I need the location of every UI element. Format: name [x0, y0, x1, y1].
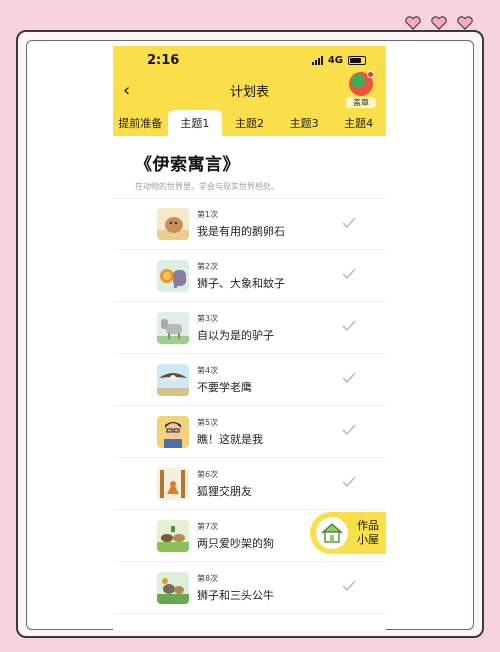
- page-title: 计划表: [229, 84, 269, 100]
- lesson-title: 两只爱吵架的狗: [197, 536, 274, 550]
- eagle-icon: [157, 363, 189, 396]
- works-house-button[interactable]: 作品 小屋: [310, 512, 386, 554]
- tab-theme-4[interactable]: 主题4: [331, 110, 386, 136]
- works-house-line2: 小屋: [357, 533, 379, 546]
- hearts-decoration: [404, 16, 474, 30]
- tab-bar: 提前准备 主题1 主题2 主题3 主题4: [113, 106, 386, 136]
- lesson-title: 狮子、大象和蚊子: [197, 276, 285, 290]
- lesson-title: 瞧！这就是我: [197, 432, 263, 446]
- nav-bar: ‹ 计划表 盖章: [113, 71, 386, 108]
- tab-theme-1[interactable]: 主题1: [167, 110, 223, 136]
- stamp-icon: [349, 71, 374, 96]
- lesson-title: 不要学老鹰: [197, 380, 252, 394]
- lesson-number: 第6次: [197, 469, 219, 479]
- stamp-button[interactable]: 盖章: [346, 71, 376, 108]
- lesson-number: 第5次: [197, 417, 219, 427]
- lesson-number: 第8次: [197, 573, 219, 583]
- list-item[interactable]: 第4次不要学老鹰: [113, 354, 386, 406]
- boy-icon: [157, 415, 189, 448]
- lesson-title: 狐狸交朋友: [197, 484, 252, 498]
- book-subtitle: 在动物的世界里，学会与现实世界相处。: [135, 182, 279, 191]
- status-bar: 2:16 4G: [113, 46, 386, 74]
- status-time: 2:16: [147, 52, 180, 68]
- lesson-title: 我是有用的鹅卵石: [197, 225, 285, 238]
- list-item[interactable]: 第5次瞧！这就是我: [113, 406, 386, 458]
- lesson-number: 第1次: [197, 210, 219, 219]
- tab-theme-3[interactable]: 主题3: [277, 110, 332, 136]
- lesson-title: 狮子和三头公牛: [197, 588, 274, 602]
- list-item[interactable]: 第3次自以为是的驴子: [113, 302, 386, 354]
- battery-icon: [348, 55, 366, 65]
- list-item[interactable]: 第2次狮子、大象和蚊子: [113, 250, 386, 302]
- check-icon: [342, 372, 356, 384]
- top-bar: 2:16 4G ‹ 计划表 盖章 提前准备 主题1 主题2 主题3 主题4: [113, 46, 386, 136]
- network-label: 4G: [327, 54, 343, 66]
- book-title: 《伊索寓言》: [135, 155, 240, 175]
- rock-icon: [157, 208, 189, 240]
- lesson-number: 第2次: [197, 261, 219, 271]
- status-right: 4G: [311, 54, 366, 66]
- check-icon: [342, 320, 356, 332]
- lesson-number: 第3次: [197, 313, 219, 323]
- check-icon: [342, 424, 356, 436]
- dogs-icon: [157, 519, 189, 552]
- notification-dot: [367, 71, 374, 78]
- heart-icon: [457, 16, 473, 30]
- tab-prep[interactable]: 提前准备: [113, 110, 168, 136]
- tab-theme-2[interactable]: 主题2: [222, 110, 277, 136]
- list-item[interactable]: 第6次狐狸交朋友: [113, 458, 386, 510]
- list-item[interactable]: 第8次狮子和三头公牛: [113, 562, 386, 614]
- lesson-title: 自以为是的驴子: [197, 328, 274, 342]
- house-icon: [316, 517, 348, 549]
- works-house-label: 作品 小屋: [356, 519, 380, 547]
- phone-screen: 2:16 4G ‹ 计划表 盖章 提前准备 主题1 主题2 主题3 主题4 《伊…: [113, 46, 386, 630]
- lesson-number: 第7次: [197, 521, 219, 531]
- donkey-icon: [157, 311, 189, 344]
- heart-icon: [431, 16, 447, 30]
- lesson-number: 第4次: [197, 365, 219, 375]
- list-item[interactable]: 第1次我是有用的鹅卵石: [113, 198, 386, 250]
- back-icon[interactable]: ‹: [123, 80, 130, 101]
- fox-icon: [157, 467, 189, 500]
- works-house-line1: 作品: [357, 519, 379, 532]
- signal-icon: [311, 55, 323, 65]
- bulls-icon: [157, 571, 189, 604]
- check-icon: [342, 580, 356, 592]
- heart-icon: [405, 16, 421, 30]
- check-icon: [342, 476, 356, 488]
- lion-elephant-icon: [157, 259, 189, 292]
- check-icon: [342, 217, 356, 229]
- check-icon: [342, 268, 356, 280]
